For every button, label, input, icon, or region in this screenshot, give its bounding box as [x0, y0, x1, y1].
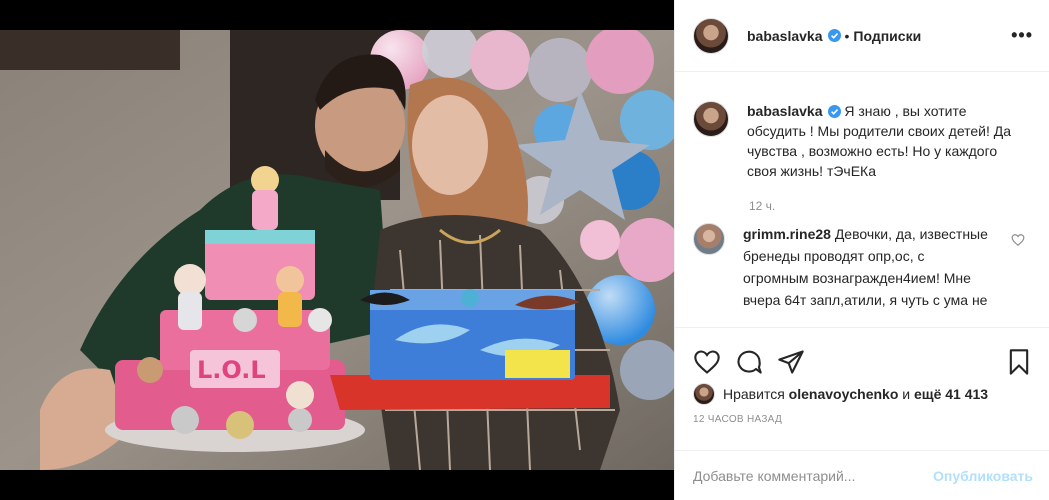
- post-header: babaslavka • Подписки •••: [675, 0, 1049, 72]
- liker-avatar[interactable]: [693, 383, 715, 405]
- like-heart-icon[interactable]: [693, 348, 721, 376]
- follow-button[interactable]: Подписки: [853, 28, 921, 44]
- post-side-panel: babaslavka • Подписки ••• babaslavka Я з…: [674, 0, 1049, 500]
- likes-count[interactable]: ещё 41 413: [914, 386, 988, 402]
- blue-cake: [330, 289, 610, 410]
- post-timestamp[interactable]: 12 ЧАСОВ НАЗАД: [675, 406, 1049, 433]
- caption-author[interactable]: babaslavka: [747, 103, 823, 119]
- post-actions: Нравится olenavoychenko и ещё 41 413 12 …: [675, 327, 1049, 450]
- comments-list[interactable]: babaslavka Я знаю , вы хотите обсудить !…: [675, 73, 1049, 327]
- caption-time[interactable]: 12 ч.: [749, 199, 1033, 213]
- bookmark-icon[interactable]: [1005, 348, 1033, 376]
- likes-conjunction: и: [902, 386, 911, 402]
- svg-text:L.O.L: L.O.L: [197, 356, 266, 384]
- more-options-icon[interactable]: •••: [1011, 25, 1033, 46]
- caption-author-avatar[interactable]: [693, 101, 729, 137]
- likes-prefix: Нравится: [723, 386, 785, 402]
- likes-summary: Нравится olenavoychenko и ещё 41 413: [675, 382, 1049, 406]
- add-comment-input[interactable]: [693, 467, 934, 484]
- verified-badge-icon: [827, 105, 841, 118]
- liker-username[interactable]: olenavoychenko: [789, 386, 899, 402]
- verified-badge-icon: [827, 29, 841, 42]
- comment-body: grimm.rine28 Девочки, да, известные брен…: [743, 223, 993, 311]
- share-paper-plane-icon[interactable]: [777, 348, 805, 376]
- comment-like-icon[interactable]: [1011, 233, 1025, 247]
- comment-item: grimm.rine28 Девочки, да, известные брен…: [693, 223, 1033, 311]
- author-avatar[interactable]: [693, 17, 729, 54]
- publish-button[interactable]: Опубликовать: [933, 468, 1033, 484]
- author-username[interactable]: babaslavka: [747, 28, 823, 44]
- post-photo-area: L.O.L: [0, 0, 674, 500]
- commenter-avatar[interactable]: [693, 223, 725, 255]
- caption-body: babaslavka Я знаю , вы хотите обсудить !…: [747, 101, 1017, 181]
- comment-bubble-icon[interactable]: [735, 348, 763, 376]
- commenter-username[interactable]: grimm.rine28: [743, 226, 831, 242]
- post-photo[interactable]: L.O.L: [0, 30, 674, 470]
- add-comment-bar: Опубликовать: [675, 450, 1049, 500]
- action-icons: [675, 328, 1049, 382]
- likes-text: Нравится olenavoychenko и ещё 41 413: [723, 386, 988, 402]
- caption-comment: babaslavka Я знаю , вы хотите обсудить !…: [693, 101, 1033, 181]
- photo-illustration: L.O.L: [0, 30, 674, 470]
- header-separator: •: [844, 27, 850, 44]
